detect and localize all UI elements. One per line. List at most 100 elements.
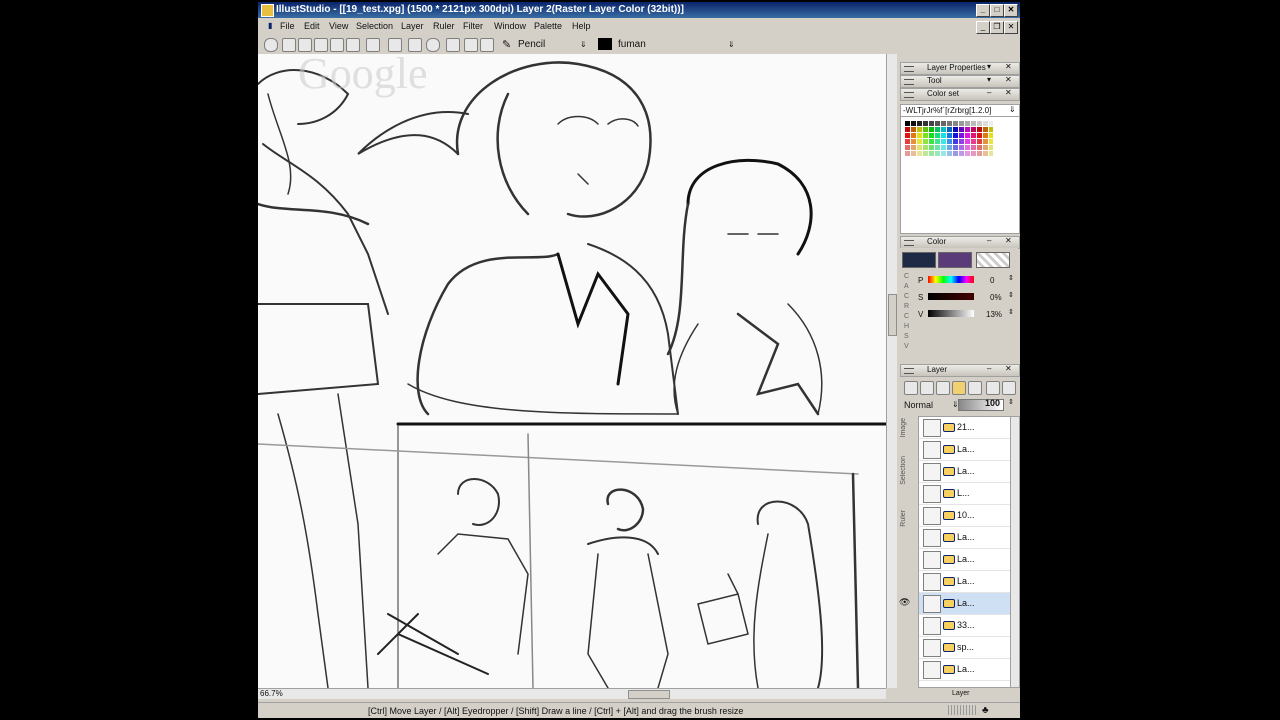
color-swatch[interactable] bbox=[911, 139, 916, 144]
doc-restore-button[interactable]: ❐ bbox=[990, 21, 1004, 34]
layer-row[interactable]: La... 👁 bbox=[899, 593, 1011, 615]
close-panel-icon[interactable]: ✕ bbox=[1005, 88, 1012, 97]
color-swatch[interactable] bbox=[953, 121, 958, 126]
color-swatch[interactable] bbox=[941, 145, 946, 150]
color-swatch[interactable] bbox=[905, 151, 910, 156]
color-mode-tabs[interactable]: C A C R C H S V bbox=[904, 272, 912, 352]
vertical-scroll-thumb[interactable] bbox=[888, 294, 897, 336]
color-swatch[interactable] bbox=[983, 127, 988, 132]
color-swatch[interactable] bbox=[977, 127, 982, 132]
color-swatch[interactable] bbox=[929, 151, 934, 156]
select-icon[interactable] bbox=[408, 38, 422, 52]
layer-header[interactable]: Layer – ✕ bbox=[900, 364, 1020, 377]
color-mode-tab[interactable]: C bbox=[904, 293, 909, 300]
color-swatch[interactable] bbox=[989, 127, 993, 132]
folder-icon[interactable] bbox=[952, 381, 966, 395]
layer-row[interactable]: 33... bbox=[919, 615, 1011, 637]
brush-preset-icon[interactable] bbox=[282, 38, 296, 52]
color-swatch[interactable] bbox=[983, 139, 988, 144]
color-swatch[interactable] bbox=[947, 151, 952, 156]
color-swatch[interactable] bbox=[929, 133, 934, 138]
drawing-canvas[interactable]: Google bbox=[258, 54, 887, 688]
color-swatch[interactable] bbox=[989, 151, 993, 156]
layer-row[interactable]: 10... bbox=[919, 505, 1011, 527]
color-swatch[interactable] bbox=[947, 127, 952, 132]
color-swatch[interactable] bbox=[983, 121, 988, 126]
zoom-icon[interactable] bbox=[426, 38, 440, 52]
visibility-eye-icon[interactable]: 👁 bbox=[899, 597, 910, 608]
menu-layer[interactable]: Layer bbox=[401, 21, 424, 31]
color-swatch[interactable] bbox=[929, 145, 934, 150]
color-swatch[interactable] bbox=[965, 127, 970, 132]
color-swatch[interactable] bbox=[977, 151, 982, 156]
copy-icon[interactable] bbox=[314, 38, 328, 52]
color-swatch[interactable] bbox=[983, 133, 988, 138]
color-swatch[interactable] bbox=[911, 151, 916, 156]
color-swatch[interactable] bbox=[935, 139, 940, 144]
color-swatch[interactable] bbox=[929, 121, 934, 126]
value-slider[interactable] bbox=[928, 310, 974, 317]
color-swatch[interactable] bbox=[911, 121, 916, 126]
tool-header[interactable]: Tool ▾ ✕ bbox=[900, 75, 1020, 88]
color-swatch[interactable] bbox=[923, 145, 928, 150]
layer-list[interactable]: 21... La... La... L... 10... La... La... La... L… bbox=[899, 416, 1012, 688]
dropdown-icon[interactable]: ⇓ bbox=[1009, 105, 1016, 114]
color-swatch[interactable] bbox=[905, 121, 910, 126]
minimize-panel-icon[interactable]: – bbox=[987, 364, 991, 373]
menu-file[interactable]: File bbox=[280, 21, 295, 31]
color-swatch[interactable] bbox=[989, 139, 993, 144]
color-swatch[interactable] bbox=[923, 151, 928, 156]
color-swatch[interactable] bbox=[959, 121, 964, 126]
layer-settings-icon[interactable] bbox=[1002, 381, 1016, 395]
color-swatch[interactable] bbox=[971, 133, 976, 138]
color-swatch[interactable] bbox=[977, 133, 982, 138]
color-swatch[interactable] bbox=[953, 145, 958, 150]
color-swatch[interactable] bbox=[941, 139, 946, 144]
layer-list-scrollbar[interactable] bbox=[1010, 416, 1020, 688]
color-swatch[interactable] bbox=[923, 133, 928, 138]
menu-filter[interactable]: Filter bbox=[463, 21, 483, 31]
hue-stepper-icon[interactable]: ⇕ bbox=[1008, 274, 1014, 282]
minimize-panel-icon[interactable]: – bbox=[987, 88, 991, 97]
close-button[interactable]: ✕ bbox=[1004, 4, 1018, 17]
close-panel-icon[interactable]: ✕ bbox=[1005, 75, 1012, 84]
color-swatch[interactable] bbox=[977, 139, 982, 144]
color-swatch[interactable] bbox=[935, 121, 940, 126]
delete-layer-icon[interactable] bbox=[968, 381, 982, 395]
menu-help[interactable]: Help bbox=[572, 21, 591, 31]
layer-row[interactable]: 21... bbox=[919, 417, 1011, 439]
merge-icon[interactable] bbox=[936, 381, 950, 395]
settings-icon[interactable] bbox=[264, 38, 278, 52]
color-swatch[interactable] bbox=[971, 127, 976, 132]
layer-row[interactable]: La... bbox=[919, 461, 1011, 483]
doc-minimize-button[interactable]: _ bbox=[976, 21, 990, 34]
color-swatch[interactable] bbox=[941, 121, 946, 126]
color-swatch[interactable] bbox=[917, 151, 922, 156]
color-swatch[interactable] bbox=[935, 127, 940, 132]
swatch-grid[interactable] bbox=[905, 121, 993, 165]
color-swatch[interactable] bbox=[923, 139, 928, 144]
close-panel-icon[interactable]: ✕ bbox=[1005, 236, 1012, 245]
redo-icon[interactable] bbox=[480, 38, 494, 52]
color-swatch[interactable] bbox=[953, 133, 958, 138]
color-swatch[interactable] bbox=[911, 133, 916, 138]
layer-row[interactable]: La... bbox=[919, 659, 1011, 681]
value-stepper-icon[interactable]: ⇕ bbox=[1008, 308, 1014, 316]
color-mode-tab[interactable]: A bbox=[904, 283, 909, 290]
color-swatch[interactable] bbox=[917, 121, 922, 126]
color-swatch[interactable] bbox=[989, 133, 993, 138]
transparent-color-swatch[interactable] bbox=[976, 252, 1010, 268]
color-swatch[interactable] bbox=[917, 145, 922, 150]
color-swatch[interactable] bbox=[947, 121, 952, 126]
collapse-icon[interactable]: ▾ bbox=[987, 62, 991, 71]
collapse-icon[interactable]: ▾ bbox=[987, 75, 991, 84]
color-swatch[interactable] bbox=[959, 145, 964, 150]
vertical-scrollbar[interactable] bbox=[886, 54, 897, 688]
horizontal-scroll-thumb[interactable] bbox=[628, 690, 670, 699]
stabilizer-icon[interactable] bbox=[298, 38, 312, 52]
color-swatch[interactable] bbox=[911, 127, 916, 132]
color-swatch[interactable] bbox=[947, 145, 952, 150]
main-color-swatch[interactable] bbox=[902, 252, 936, 268]
color-mode-tab[interactable]: R bbox=[904, 303, 909, 310]
color-swatch[interactable] bbox=[905, 139, 910, 144]
